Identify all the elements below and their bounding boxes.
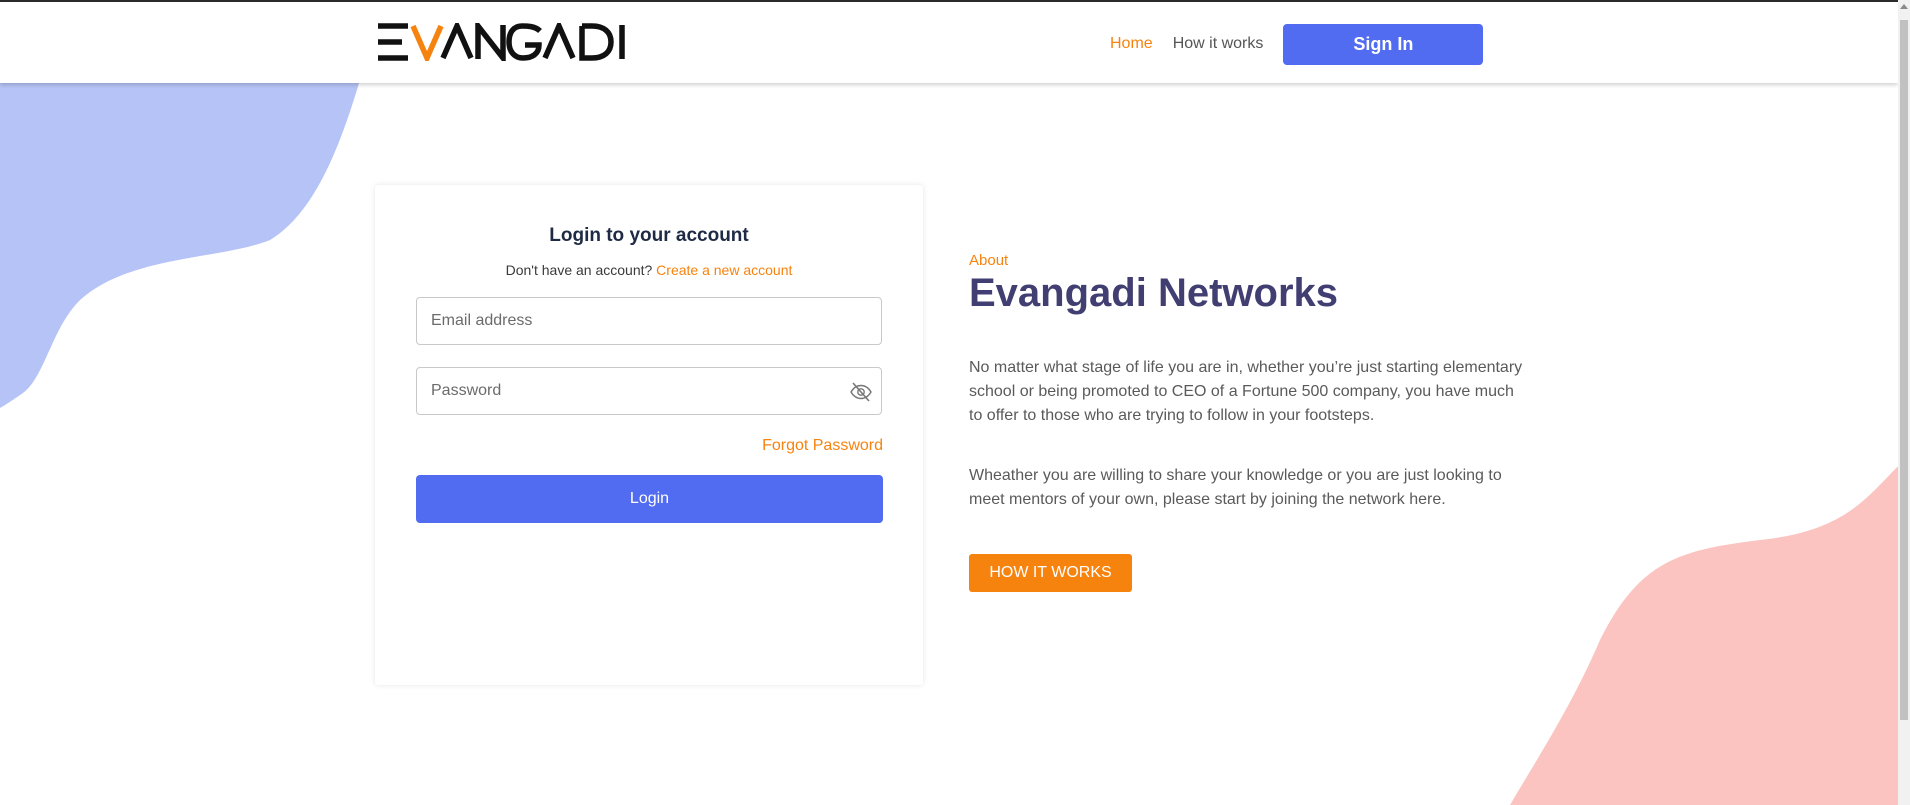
about-paragraph-1: No matter what stage of life you are in,… xyxy=(969,359,1523,424)
no-account-text: Don't have an account? xyxy=(505,262,653,278)
login-card: Login to your account Don't have an acco… xyxy=(375,185,923,685)
signup-prompt: Don't have an account? Create a new acco… xyxy=(375,262,923,278)
main-nav: Home How it works Sign In xyxy=(1110,23,1484,65)
vertical-scrollbar[interactable] xyxy=(1898,0,1910,805)
background-blob-blue xyxy=(0,70,1910,805)
nav-how-it-works-link[interactable]: How it works xyxy=(1173,35,1264,53)
login-button[interactable]: Login xyxy=(416,475,883,523)
scrollbar-thumb[interactable] xyxy=(1900,20,1908,720)
forgot-password-link[interactable]: Forgot Password xyxy=(762,437,883,455)
password-input[interactable] xyxy=(417,368,881,414)
create-account-link[interactable]: Create a new account xyxy=(656,262,792,278)
how-it-works-button[interactable]: HOW IT WORKS xyxy=(969,554,1132,592)
password-field xyxy=(416,367,882,415)
about-paragraph-2: Wheather you are willing to share your k… xyxy=(969,467,1502,508)
scroll-up-arrow-icon[interactable] xyxy=(1900,4,1908,9)
about-section: About Evangadi Networks No matter what s… xyxy=(969,252,1529,592)
login-title: Login to your account xyxy=(549,225,749,246)
top-navbar: Home How it works Sign In xyxy=(0,2,1898,83)
window-top-border xyxy=(0,0,1910,2)
evangadi-logo[interactable] xyxy=(375,23,627,61)
nav-home-link[interactable]: Home xyxy=(1110,35,1153,53)
email-field xyxy=(416,297,882,345)
eye-slash-icon[interactable] xyxy=(849,381,873,403)
email-input[interactable] xyxy=(417,298,881,344)
about-kicker: About xyxy=(969,252,1009,269)
about-title: Evangadi Networks xyxy=(969,271,1339,315)
sign-in-button[interactable]: Sign In xyxy=(1283,23,1484,65)
